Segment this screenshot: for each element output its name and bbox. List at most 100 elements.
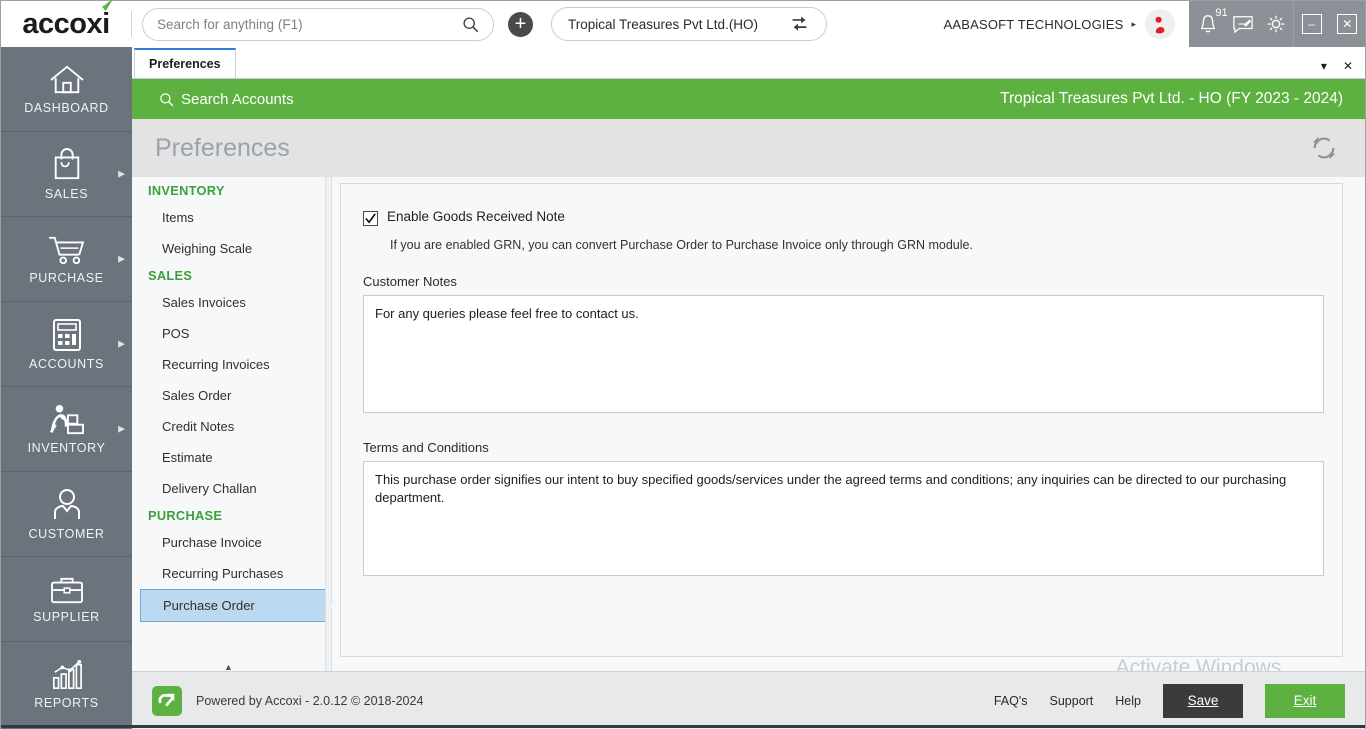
- terms-conditions-textarea[interactable]: [363, 461, 1324, 576]
- tab-close-icon[interactable]: ✕: [1343, 60, 1353, 72]
- chevron-right-icon: ▶: [118, 169, 125, 180]
- settings-card: Enable Goods Received Note If you are en…: [340, 183, 1343, 657]
- sidebar-item-dashboard[interactable]: DASHBOARD: [1, 47, 132, 132]
- minimize-icon: –: [1308, 18, 1315, 30]
- sidebar-item-sales[interactable]: SALES ▶: [1, 132, 132, 217]
- sidebar-item-reports[interactable]: REPORTS: [1, 642, 132, 727]
- logo-wordmark: accoxi: [22, 8, 109, 41]
- submenu-item-estimate[interactable]: Estimate: [140, 442, 331, 473]
- content-body: INVENTORY Items Weighing Scale SALES Sal…: [132, 177, 1365, 689]
- close-icon: ✕: [1342, 18, 1352, 30]
- bar-chart-icon: [50, 659, 84, 691]
- accoxi-arrow-icon: [152, 686, 182, 716]
- submenu-item-recurring-purchases[interactable]: Recurring Purchases: [140, 558, 331, 589]
- messages-button[interactable]: [1232, 14, 1254, 34]
- warehouse-worker-icon: [47, 404, 87, 436]
- account-name: AABASOFT TECHNOLOGIES: [943, 17, 1123, 32]
- exit-label: Exit: [1294, 693, 1317, 708]
- submenu-group-inventory: INVENTORY: [140, 179, 331, 202]
- global-search[interactable]: [142, 8, 494, 41]
- sidebar-item-label: PURCHASE: [29, 271, 103, 285]
- calculator-icon: [51, 318, 83, 352]
- company-selector[interactable]: Tropical Treasures Pvt Ltd.(HO): [551, 7, 827, 41]
- submenu-item-pos[interactable]: POS: [140, 318, 331, 349]
- chevron-right-icon: ▶: [118, 339, 125, 350]
- customer-notes-textarea[interactable]: [363, 295, 1324, 413]
- search-icon: [159, 92, 174, 107]
- accounts-search-bar: Search Accounts Tropical Treasures Pvt L…: [132, 79, 1365, 119]
- exit-button[interactable]: Exit: [1265, 684, 1345, 718]
- sidebar-item-label: REPORTS: [34, 696, 98, 710]
- sidebar-item-label: SUPPLIER: [33, 610, 100, 624]
- submenu-item-purchase-order[interactable]: Purchase Order: [140, 589, 331, 622]
- sidebar-item-accounts[interactable]: ACCOUNTS ▶: [1, 302, 132, 387]
- search-accounts-button[interactable]: Search Accounts: [159, 91, 294, 108]
- submenu-scroll-area: INVENTORY Items Weighing Scale SALES Sal…: [132, 179, 331, 622]
- notifications-button[interactable]: 91: [1195, 11, 1221, 37]
- submenu-item-items[interactable]: Items: [140, 202, 331, 233]
- search-input[interactable]: [157, 17, 462, 32]
- settings-form-area: Enable Goods Received Note If you are en…: [332, 177, 1365, 689]
- header-icon-group: 91: [1189, 1, 1293, 47]
- submenu-item-purchase-invoice[interactable]: Purchase Invoice: [140, 527, 331, 558]
- help-link[interactable]: Help: [1115, 694, 1141, 708]
- footer-actions: FAQ's Support Help Save Exit: [994, 684, 1365, 718]
- support-link[interactable]: Support: [1050, 694, 1094, 708]
- submenu-item-sales-invoices[interactable]: Sales Invoices: [140, 287, 331, 318]
- page-title: Preferences: [155, 134, 290, 163]
- tab-list-dropdown-icon[interactable]: ▾: [1321, 60, 1327, 72]
- window-bottom-strip: [1, 725, 1365, 728]
- submenu-group-purchase: PURCHASE: [140, 504, 331, 527]
- grn-help-text: If you are enabled GRN, you can convert …: [390, 238, 1324, 252]
- sidebar-item-customer[interactable]: CUSTOMER: [1, 472, 132, 557]
- sidebar-item-supplier[interactable]: SUPPLIER: [1, 557, 132, 642]
- submenu-item-sales-order[interactable]: Sales Order: [140, 380, 331, 411]
- submenu-item-credit-notes[interactable]: Credit Notes: [140, 411, 331, 442]
- refresh-icon[interactable]: [1309, 133, 1339, 163]
- tab-bar-controls: ▾ ✕: [1321, 60, 1365, 78]
- search-icon[interactable]: [462, 16, 479, 33]
- sidebar-item-label: CUSTOMER: [28, 527, 104, 541]
- home-icon: [48, 64, 86, 96]
- close-button[interactable]: ✕: [1337, 14, 1357, 34]
- plus-icon: +: [515, 15, 527, 33]
- account-caret-icon[interactable]: ▸: [1131, 19, 1136, 30]
- arrow-glyph: [157, 691, 177, 711]
- terms-conditions-label: Terms and Conditions: [363, 440, 1324, 455]
- window-controls: – ✕: [1293, 1, 1365, 47]
- sidebar-item-inventory[interactable]: INVENTORY ▶: [1, 387, 132, 472]
- enable-grn-checkbox[interactable]: [363, 211, 378, 226]
- save-label: Save: [1188, 693, 1219, 708]
- faq-link[interactable]: FAQ's: [994, 694, 1028, 708]
- briefcase-icon: [49, 575, 85, 605]
- sidebar-item-purchase[interactable]: PURCHASE ▶: [1, 217, 132, 302]
- chevron-right-icon: ▶: [118, 424, 125, 435]
- settings-button[interactable]: [1265, 13, 1287, 35]
- sidebar-item-label: ACCOUNTS: [29, 357, 104, 371]
- message-icon: [1232, 14, 1254, 34]
- gear-icon: [1265, 13, 1287, 35]
- preferences-submenu: INVENTORY Items Weighing Scale SALES Sal…: [132, 177, 332, 689]
- accoxi-logo[interactable]: accoxi: [1, 1, 131, 47]
- minimize-button[interactable]: –: [1302, 14, 1322, 34]
- avatar[interactable]: [1145, 9, 1175, 39]
- application-window: accoxi + Tropical Treasures Pvt Ltd.(HO): [0, 0, 1366, 729]
- page-header: Preferences: [132, 119, 1365, 177]
- submenu-item-recurring-invoices[interactable]: Recurring Invoices: [140, 349, 331, 380]
- submenu-item-delivery-challan[interactable]: Delivery Challan: [140, 473, 331, 504]
- switch-company-icon[interactable]: [791, 15, 810, 34]
- company-selector-value: Tropical Treasures Pvt Ltd.(HO): [568, 17, 758, 32]
- sidebar-item-label: DASHBOARD: [24, 101, 109, 115]
- save-button[interactable]: Save: [1163, 684, 1243, 718]
- avatar-icon: [1151, 15, 1170, 34]
- submenu-item-weighing-scale[interactable]: Weighing Scale: [140, 233, 331, 264]
- enable-grn-label: Enable Goods Received Note: [387, 209, 565, 224]
- company-financial-year: Tropical Treasures Pvt Ltd. - HO (FY 202…: [1000, 90, 1343, 108]
- header-divider: [131, 11, 132, 37]
- scroll-up-icon[interactable]: ▲: [224, 663, 233, 671]
- add-new-button[interactable]: +: [508, 12, 533, 37]
- tab-preferences[interactable]: Preferences: [134, 48, 236, 78]
- submenu-group-sales: SALES: [140, 264, 331, 287]
- shopping-cart-icon: [47, 234, 87, 266]
- submenu-vertical-scrollbar[interactable]: [325, 177, 331, 689]
